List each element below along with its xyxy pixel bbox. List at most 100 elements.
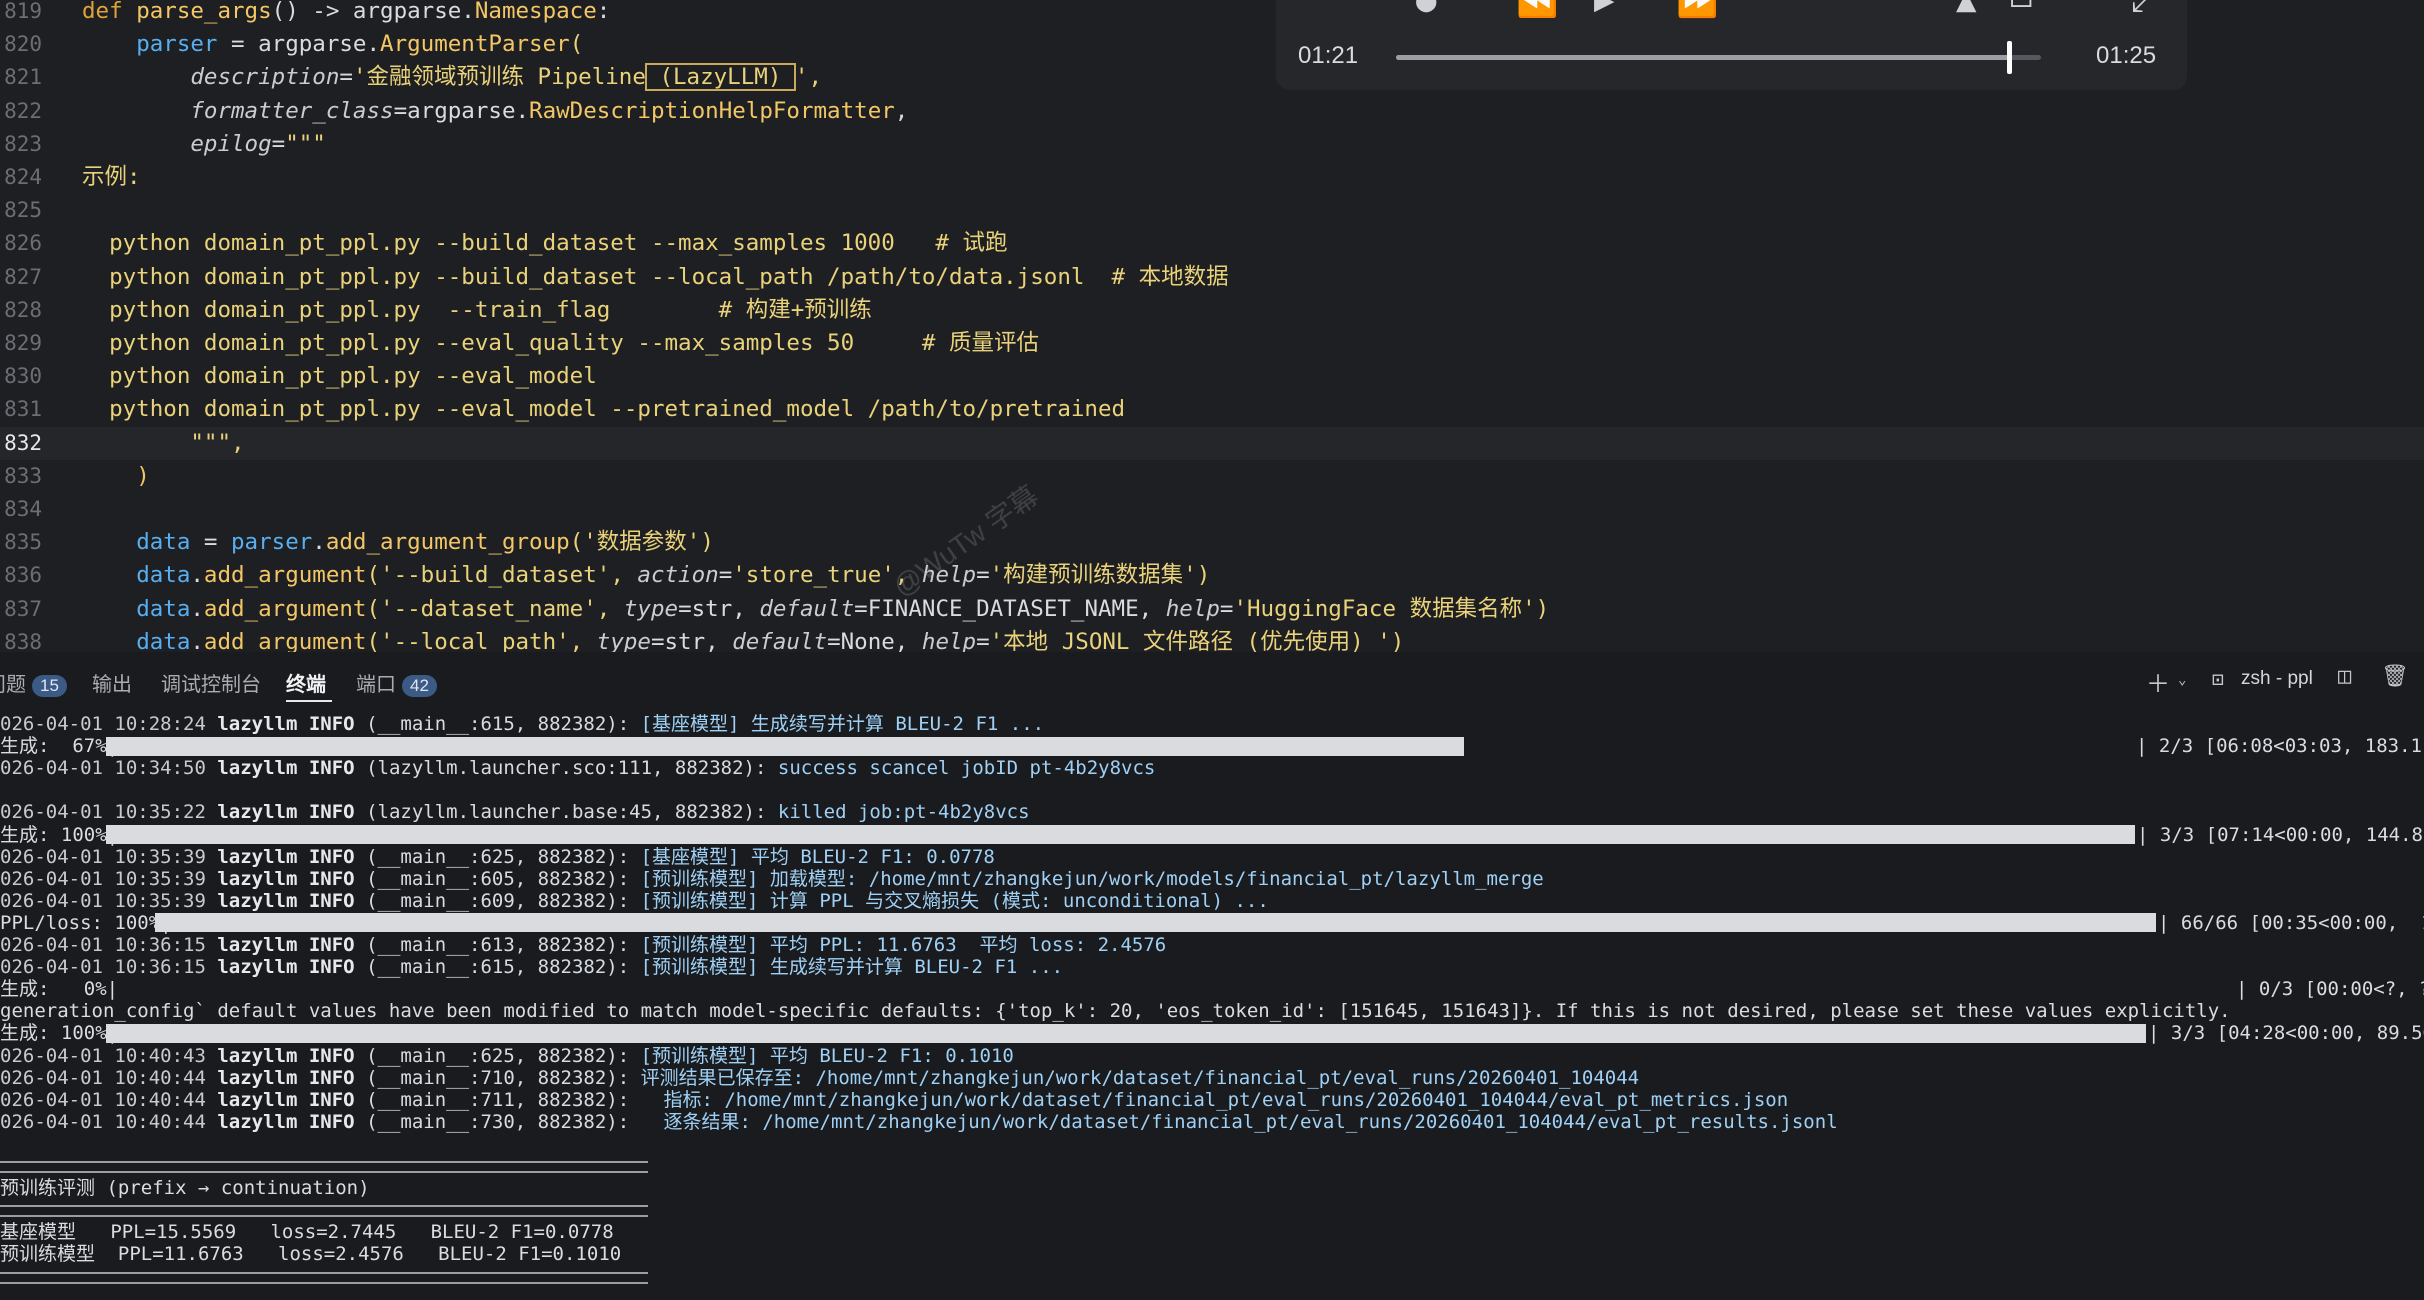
log-line: 026-04-01 10:28:24 lazyllm INFO (__main_… <box>0 713 1044 735</box>
log-ts: 026-04-01 10:35:22 <box>0 801 206 824</box>
terminal-instance-name[interactable]: zsh - ppl <box>2241 668 2313 690</box>
code-line[interactable]: 837 data.add_argument('--dataset_name', … <box>0 593 2424 626</box>
code-editor[interactable]: 819 def parse_args() -> argparse.Namespac… <box>0 0 2424 652</box>
code-line[interactable]: 830 python domain_pt_ppl.py --eval_model <box>0 360 2424 393</box>
rewind-icon[interactable]: ⏪ <box>1516 0 1558 20</box>
code-line[interactable]: 831 python domain_pt_ppl.py --eval_model… <box>0 393 2424 426</box>
code-line[interactable]: 834 <box>0 493 2424 526</box>
plus-icon[interactable]: ＋ <box>2146 664 2170 699</box>
log-lv: lazyllm INFO <box>205 867 355 890</box>
code-token: data <box>136 595 191 622</box>
progress-stats: | 0/3 [00:00<?, ? <box>2236 978 2424 1001</box>
progress-line: 生成: 100%| <box>0 1022 118 1044</box>
code-line[interactable]: 838 data.add_argument('--local_path', ty… <box>0 626 2424 652</box>
code-line[interactable]: 833 ) <box>0 460 2424 493</box>
code-token: RawDescriptionHelpFormatter <box>529 97 895 124</box>
code-line[interactable]: 835 data = parser.add_argument_group('数据… <box>0 526 2424 559</box>
code-line[interactable]: 836 data.add_argument('--build_dataset',… <box>0 559 2424 592</box>
tab-output[interactable]: 输出 <box>92 668 132 697</box>
progress-stats: | 3/3 [07:14<00:00, 144.81 <box>2137 823 2424 846</box>
line-number: 837 <box>4 596 42 621</box>
line-number: 835 <box>4 530 42 555</box>
log-msg: 评测结果已保存至: /home/mnt/zhangkejun/work/data… <box>640 1066 1640 1089</box>
tab-ports[interactable]: 端口 42 <box>356 668 437 697</box>
code-token: . <box>312 529 326 556</box>
play-icon[interactable]: ▶ <box>1594 0 1614 20</box>
code-token: '本地 JSONL 文件路径 (优先使用) ') <box>989 628 1405 652</box>
log-msg: 逐条结果: /home/mnt/zhangkejun/work/dataset/… <box>640 1110 1838 1133</box>
video-player-controls: ● ⏪ ▶ ⏩ ▲ ▭ ⤢ 01:21 01:25 <box>1276 0 2187 90</box>
log-src: (__main__:710, 882382): <box>354 1066 641 1089</box>
tab-debug-console[interactable]: 调试控制台 <box>161 668 261 697</box>
seek-thumb[interactable] <box>2006 41 2012 74</box>
line-number: 826 <box>4 231 42 256</box>
problems-count-badge: 15 <box>32 675 67 697</box>
code-line[interactable]: 824 示例: <box>0 161 2424 194</box>
log-ts: 026-04-01 10:35:39 <box>0 867 206 890</box>
terminal-icon: ⊡ <box>2212 667 2225 691</box>
volume-icon[interactable]: ● <box>1416 0 1436 20</box>
log-line: 026-04-01 10:36:15 lazyllm INFO (__main_… <box>0 934 1166 956</box>
code-text: epilog=""" <box>82 128 325 161</box>
log-src: (__main__:711, 882382): <box>354 1088 641 1111</box>
log-src: (__main__:605, 882382): <box>354 867 641 890</box>
code-token: =str, <box>650 628 733 652</box>
code-text: data.add_argument('--local_path', type=s… <box>82 626 1404 652</box>
seek-bar[interactable] <box>1396 41 2041 74</box>
log-src: (__main__:625, 882382): <box>354 1044 641 1067</box>
progress-line: 生成: 67%| <box>0 735 118 757</box>
code-text: ) <box>82 460 150 493</box>
expand-icon[interactable]: ⤢ <box>2131 0 2158 20</box>
line-number: 838 <box>4 629 42 652</box>
tab-problems[interactable]: 问题 15 <box>0 668 67 697</box>
code-token: '金融领域预训练 Pipeline <box>352 64 646 91</box>
output-line: 预训练评测 (prefix → continuation) <box>0 1177 370 1200</box>
log-line: 026-04-01 10:40:44 lazyllm INFO (__main_… <box>0 1067 1639 1089</box>
log-ts: 026-04-01 10:40:44 <box>0 1088 206 1111</box>
tab-terminal[interactable]: 终端 <box>286 668 326 697</box>
code-line[interactable]: 827 python domain_pt_ppl.py --build_data… <box>0 261 2424 294</box>
terminal-output[interactable]: 026-04-01 10:28:24 lazyllm INFO (__main_… <box>0 707 2424 1300</box>
code-token: action <box>637 562 719 589</box>
code-token: = <box>718 562 733 589</box>
log-line: 026-04-01 10:40:43 lazyllm INFO (__main_… <box>0 1045 1014 1067</box>
code-line[interactable]: 832 """, <box>0 426 2424 460</box>
code-line[interactable]: 826 python domain_pt_ppl.py --build_data… <box>0 227 2424 260</box>
line-number: 827 <box>4 264 42 289</box>
code-token: add_argument <box>203 562 367 589</box>
log-line: 026-04-01 10:34:50 lazyllm INFO (lazyllm… <box>0 757 1155 779</box>
progress-label: 生成: 100%| <box>0 1022 119 1045</box>
code-token: . <box>190 562 204 589</box>
line-number: 836 <box>4 563 42 588</box>
log-line: 026-04-01 10:36:15 lazyllm INFO (__main_… <box>0 956 1063 978</box>
code-line[interactable]: 823 epilog=""" <box>0 128 2424 161</box>
code-token: Namespace <box>474 0 597 24</box>
code-line[interactable]: 822 formatter_class=argparse.RawDescript… <box>0 95 2424 128</box>
code-line[interactable]: 825 <box>0 194 2424 227</box>
chevron-down-icon[interactable]: ⌄ <box>2178 672 2186 688</box>
progress-bar-fill <box>106 736 1465 756</box>
code-token: =FINANCE_DATASET_NAME, <box>854 595 1166 622</box>
line-number: 830 <box>4 364 42 389</box>
log-ts: 026-04-01 10:36:15 <box>0 956 206 979</box>
log-src: (lazyllm.launcher.sco:111, 882382): <box>354 757 778 780</box>
trash-icon[interactable]: 🗑 <box>2381 664 2409 689</box>
code-text: python domain_pt_ppl.py --train_flag # 构… <box>82 294 872 327</box>
pip-icon[interactable]: ▭ <box>2011 0 2031 20</box>
code-line[interactable]: 829 python domain_pt_ppl.py --eval_quali… <box>0 327 2424 360</box>
code-token: ('--local_path', <box>366 628 597 652</box>
airplay-icon[interactable]: ▲ <box>1956 0 1976 20</box>
code-text: """, <box>82 427 244 460</box>
split-icon[interactable]: ◫ <box>2338 664 2351 689</box>
tab-label: 问题 <box>0 674 26 696</box>
code-token: parse_args <box>136 0 272 24</box>
code-token: python domain_pt_ppl.py --eval_model <box>82 363 597 390</box>
fast-forward-icon[interactable]: ⏩ <box>1676 0 1718 20</box>
log-lv: lazyllm INFO <box>205 1066 355 1089</box>
progress-line: 生成: 0%| <box>0 978 118 1000</box>
progress-bar-fill <box>155 913 2156 933</box>
code-line[interactable]: 828 python domain_pt_ppl.py --train_flag… <box>0 294 2424 327</box>
